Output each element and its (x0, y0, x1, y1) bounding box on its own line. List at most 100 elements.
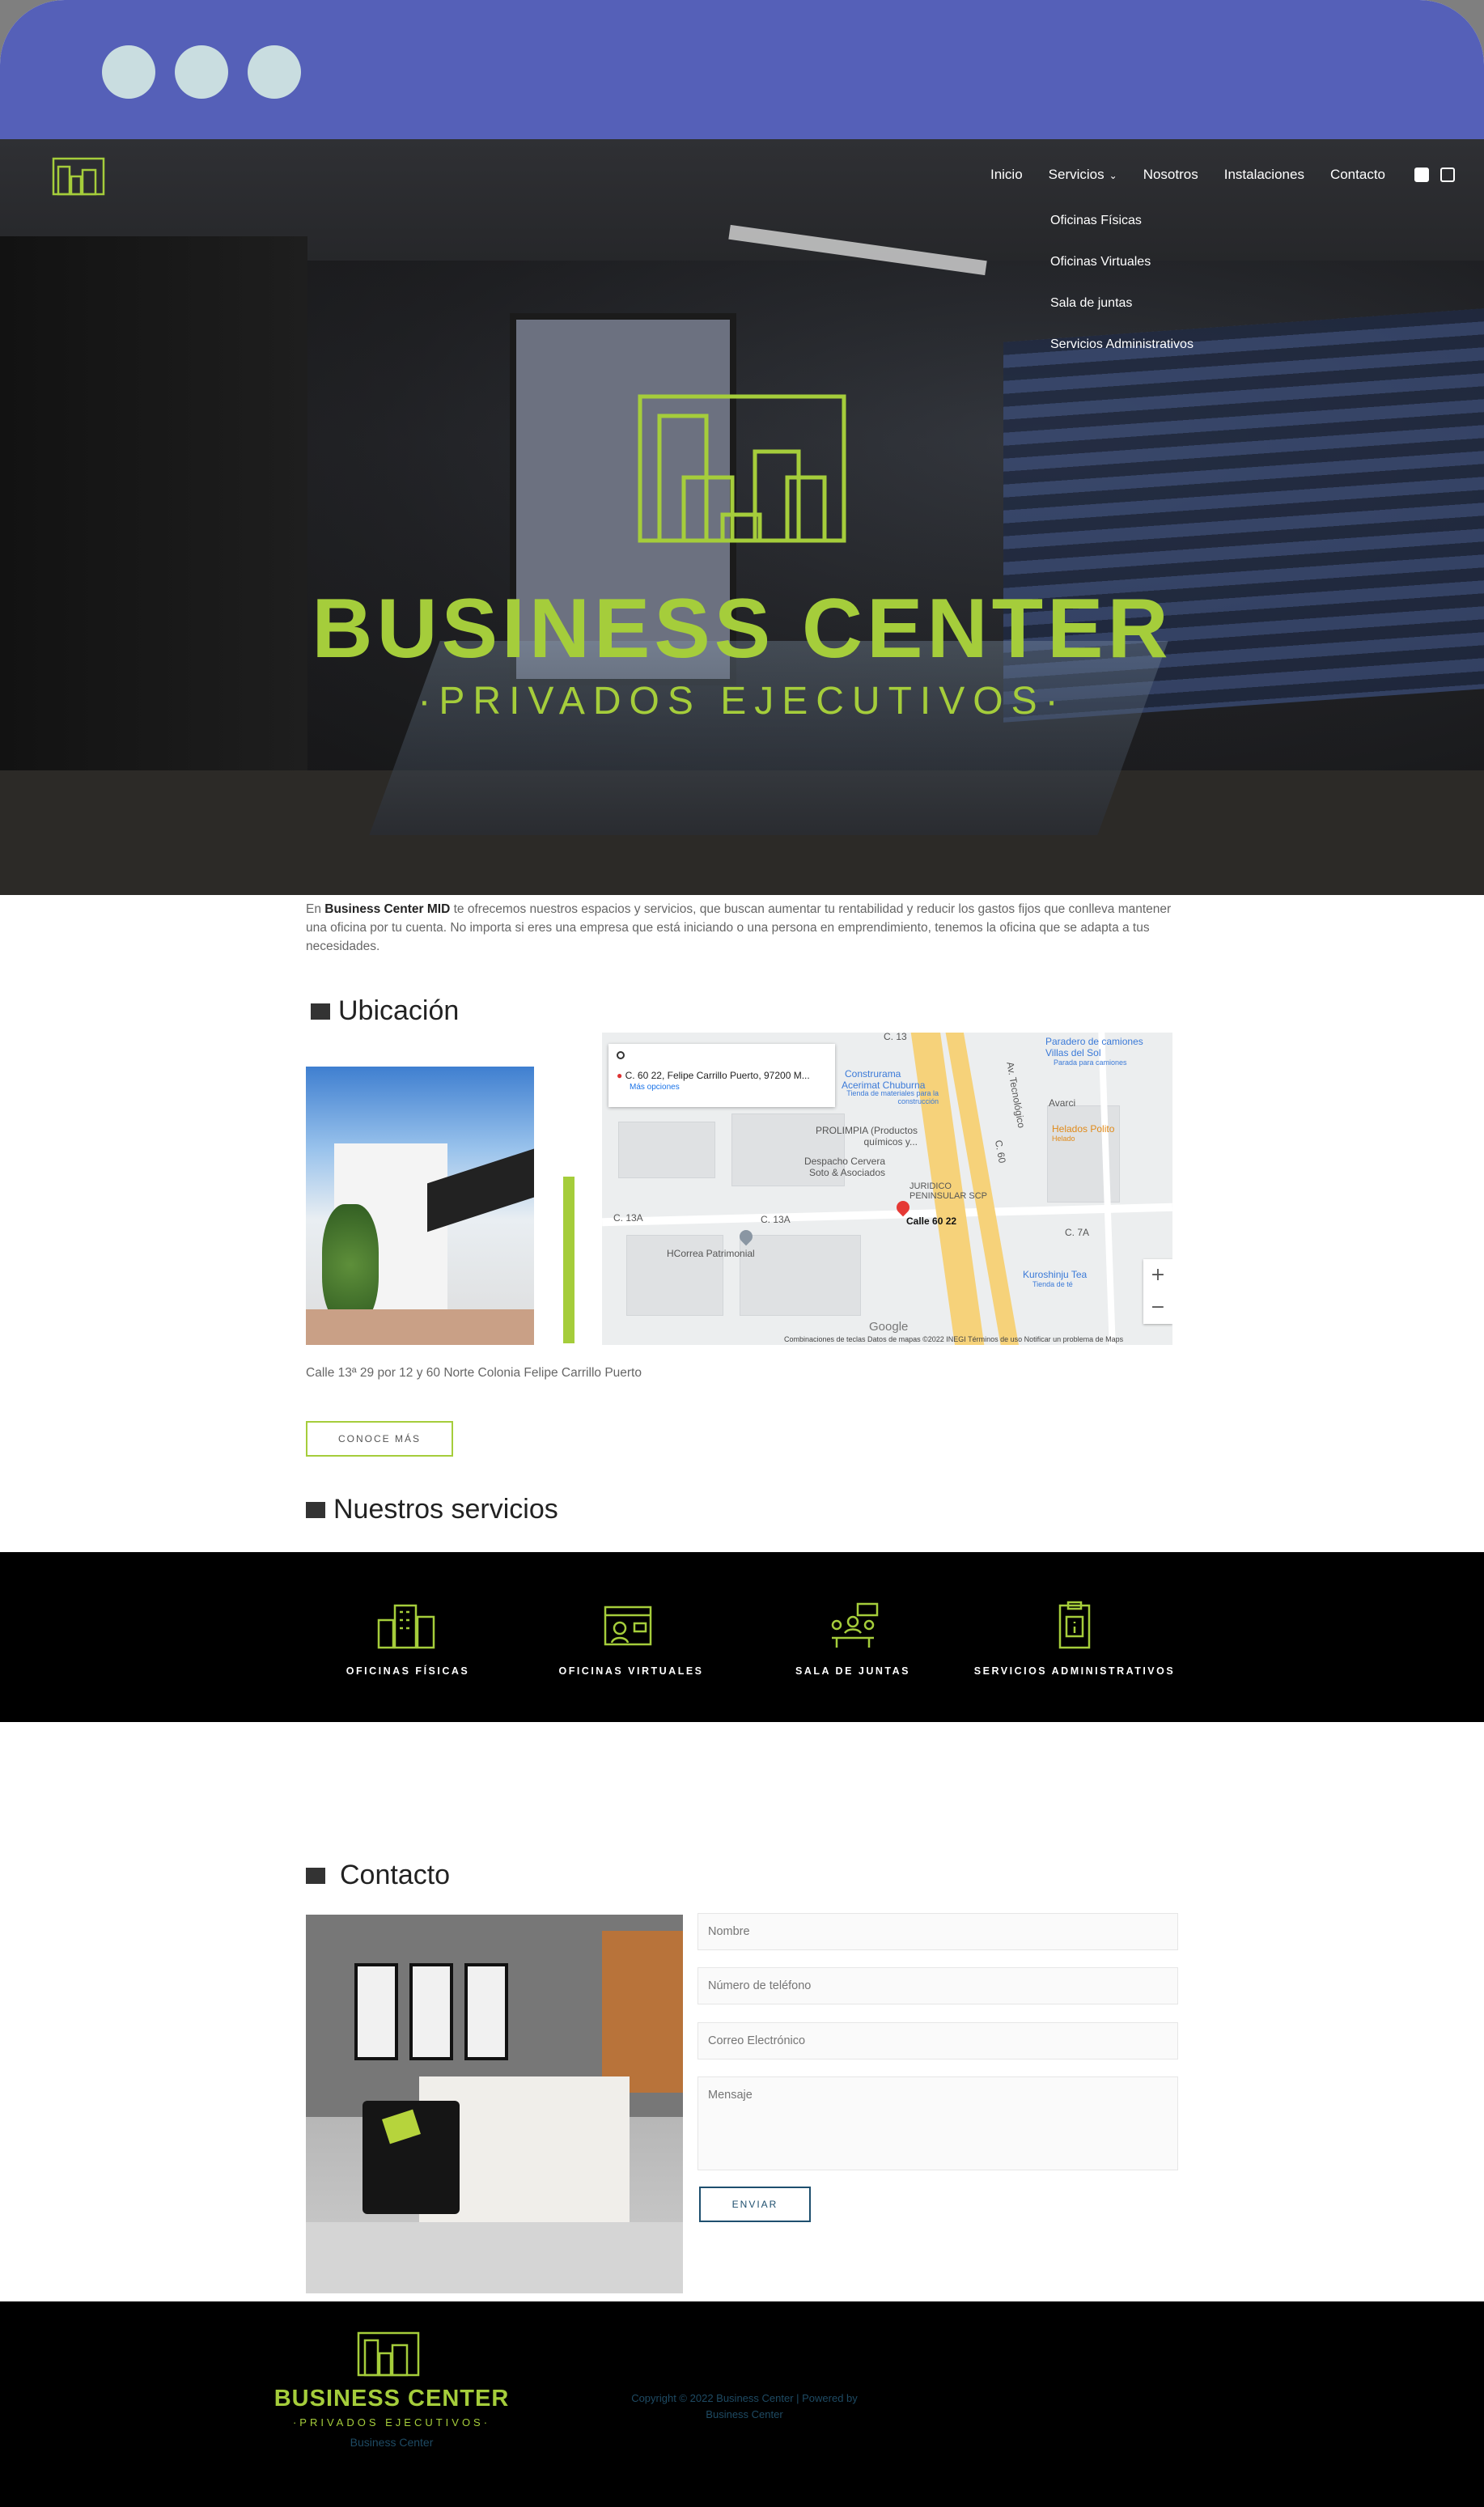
intro-brand: Business Center MID (324, 902, 451, 916)
footer-logo-icon (357, 2331, 420, 2377)
pin-icon: ● (617, 1070, 623, 1081)
lobby-wood-panel (602, 1931, 683, 2093)
service-label: OFICINAS FÍSICAS (346, 1665, 470, 1677)
map-label: Avarci (1049, 1097, 1076, 1109)
origin-circle-icon (617, 1051, 625, 1059)
copyright-line-2[interactable]: Business Center (607, 2407, 882, 2423)
lobby-photo (306, 1915, 683, 2293)
footer: BUSINESS CENTER ·PRIVADOS EJECUTIVOS· Bu… (0, 2301, 1484, 2507)
map-label: Paradero de camiones Villas del Sol (1045, 1036, 1143, 1058)
footer-name: Business Center (350, 2436, 434, 2449)
contact-heading-text: Contacto (340, 1860, 451, 1890)
virtual-office-icon (604, 1606, 652, 1646)
accent-bar (563, 1177, 575, 1343)
building-photo (306, 1067, 534, 1345)
location-heading-text: Ubicación (338, 995, 460, 1026)
map-label: C. 60 (992, 1139, 1008, 1164)
map-label: JURIDICO PENINSULAR SCP (909, 1181, 987, 1201)
location-address: Calle 13ª 29 por 12 y 60 Norte Colonia F… (306, 1366, 642, 1380)
clipboard-icon (1058, 1601, 1091, 1649)
site-logo[interactable] (50, 155, 107, 197)
dropdown-sala-juntas[interactable]: Sala de juntas (1050, 296, 1194, 337)
intro-paragraph: En Business Center MID te ofrecemos nues… (306, 900, 1180, 956)
nav-servicios[interactable]: Servicios ⌄ (1049, 167, 1117, 183)
map-label: C. 13A (613, 1212, 643, 1224)
conoce-mas-button[interactable]: CONOCE MÁS (306, 1421, 453, 1457)
window-dot-3[interactable] (248, 45, 301, 99)
lobby-frame (354, 1963, 398, 2060)
building-tree (322, 1204, 379, 1326)
services-heading-text: Nuestros servicios (333, 1494, 558, 1525)
location-heading: Ubicación (311, 995, 459, 1027)
buildings-icon (377, 1604, 435, 1649)
service-servicios-admin[interactable]: SERVICIOS ADMINISTRATIVOS (969, 1601, 1180, 1677)
page-frame: Inicio Servicios ⌄ Nosotros Instalaciones… (0, 0, 1484, 2507)
service-oficinas-virtuales[interactable]: OFICINAS VIRTUALES (526, 1601, 736, 1677)
map-label: C. 7A (1065, 1227, 1090, 1238)
dropdown-oficinas-fisicas[interactable]: Oficinas Físicas (1050, 214, 1194, 255)
window-dot-2[interactable] (175, 45, 228, 99)
service-label: SALA DE JUNTAS (795, 1665, 910, 1677)
map-label: PROLIMPIA (Productos químicos y... (815, 1125, 918, 1147)
footer-subtitle: ·PRIVADOS EJECUTIVOS· (292, 2416, 491, 2429)
map-label: C. 13A (761, 1214, 791, 1225)
map-label: Tienda de té (1032, 1280, 1073, 1288)
hero-subtitle: ·PRIVADOS EJECUTIVOS· (418, 680, 1066, 723)
copyright: Copyright © 2022 Business Center | Power… (607, 2390, 882, 2423)
meeting-room-icon (831, 1602, 879, 1648)
copyright-line-1: Copyright © 2022 Business Center | Power… (631, 2392, 858, 2404)
map-label: Construrama (845, 1068, 901, 1080)
map-footer-links[interactable]: Combinaciones de teclas Datos de mapas ©… (784, 1335, 1123, 1343)
nav-instalaciones[interactable]: Instalaciones (1224, 167, 1304, 183)
map-label: Tienda de materiales para la construcció… (846, 1089, 939, 1105)
map-label: Despacho Cervera Soto & Asociados (803, 1156, 885, 1178)
zoom-out-button[interactable]: − (1143, 1292, 1172, 1324)
map-block (740, 1235, 861, 1316)
map-label: Kuroshinju Tea (1023, 1269, 1088, 1280)
nav-servicios-label: Servicios (1048, 167, 1105, 182)
hero-title: BUSINESS CENTER (312, 582, 1172, 676)
heading-square-icon (306, 1867, 325, 1884)
instagram-icon[interactable] (1440, 168, 1455, 182)
email-input[interactable] (697, 2022, 1178, 2059)
name-input[interactable] (697, 1913, 1178, 1950)
nav-contacto[interactable]: Contacto (1330, 167, 1385, 183)
map-block (626, 1235, 723, 1316)
lobby-frame (409, 1963, 453, 2060)
map-zoom-controls: + − (1143, 1259, 1172, 1324)
chevron-down-icon: ⌄ (1109, 170, 1117, 181)
phone-input[interactable] (697, 1967, 1178, 2004)
nav-nosotros[interactable]: Nosotros (1143, 167, 1198, 183)
map-more-options[interactable]: Más opciones (630, 1083, 827, 1092)
zoom-in-button[interactable]: + (1143, 1259, 1172, 1292)
window-dot-1[interactable] (102, 45, 155, 99)
services-band: OFICINAS FÍSICAS OFICINAS VIRTUALES SALA… (0, 1552, 1484, 1722)
facebook-icon[interactable] (1414, 168, 1429, 182)
browser-titlebar (0, 0, 1484, 139)
message-textarea[interactable] (697, 2076, 1178, 2170)
google-logo: Google (869, 1320, 909, 1334)
map-label: HCorrea Patrimonial (667, 1248, 755, 1259)
map-label: Parada para camiones (1054, 1058, 1127, 1067)
dropdown-servicios-admin[interactable]: Servicios Administrativos (1050, 337, 1194, 379)
heading-square-icon (306, 1501, 325, 1518)
lobby-floor (306, 2222, 683, 2293)
send-button[interactable]: ENVIAR (699, 2187, 811, 2222)
nav-inicio[interactable]: Inicio (990, 167, 1023, 183)
servicios-dropdown: Oficinas Físicas Oficinas Virtuales Sala… (1050, 214, 1194, 379)
service-oficinas-fisicas[interactable]: OFICINAS FÍSICAS (303, 1601, 513, 1677)
map-info-card: ● C. 60 22, Felipe Carrillo Puerto, 9720… (608, 1044, 835, 1107)
dropdown-oficinas-virtuales[interactable]: Oficinas Virtuales (1050, 255, 1194, 296)
service-label: SERVICIOS ADMINISTRATIVOS (973, 1665, 1176, 1677)
map-label: Helado (1052, 1135, 1075, 1143)
map-block (618, 1122, 715, 1178)
footer-title: BUSINESS CENTER (273, 2386, 510, 2412)
intro-before: En (306, 902, 325, 916)
map-label: Av. Tecnológico (1004, 1061, 1028, 1129)
services-heading: Nuestros servicios (306, 1494, 558, 1525)
service-sala-juntas[interactable]: SALA DE JUNTAS (748, 1601, 958, 1677)
google-map[interactable]: ● C. 60 22, Felipe Carrillo Puerto, 9720… (602, 1033, 1172, 1345)
map-label: C. 13 (884, 1033, 907, 1042)
map-card-address-text: C. 60 22, Felipe Carrillo Puerto, 97200 … (625, 1070, 810, 1081)
service-label: OFICINAS VIRTUALES (558, 1665, 704, 1677)
